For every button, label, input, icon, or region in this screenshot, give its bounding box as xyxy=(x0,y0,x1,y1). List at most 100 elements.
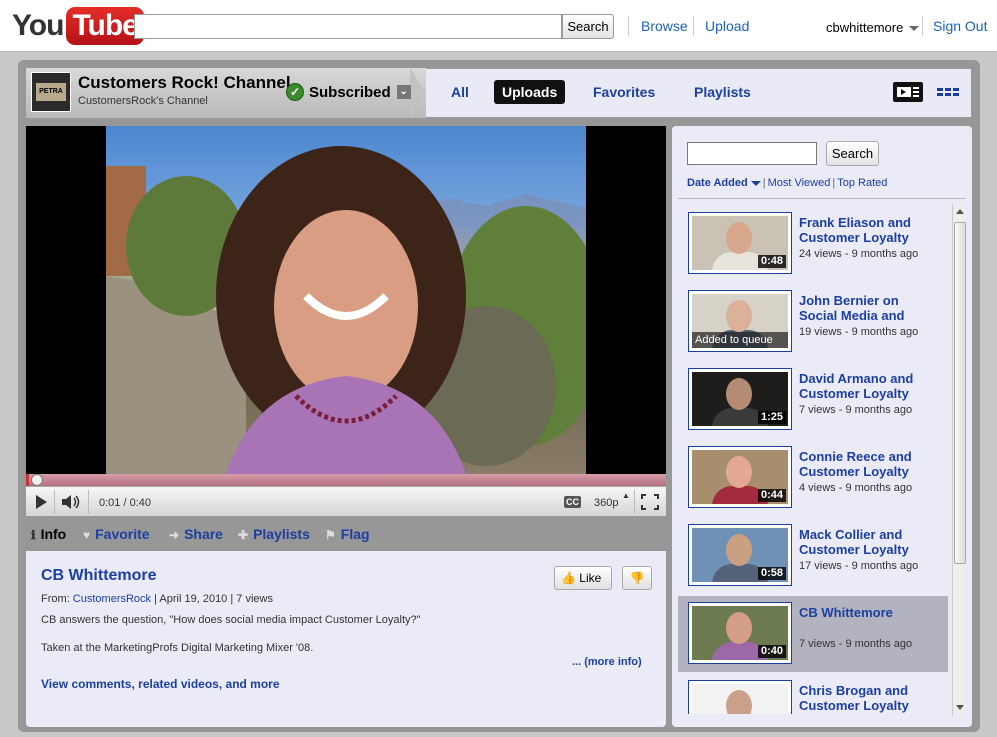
player-view-icon[interactable] xyxy=(893,82,923,102)
separator: | xyxy=(230,593,234,605)
channel-subtitle: CustomersRock's Channel xyxy=(78,95,208,107)
tab-playlists[interactable]: Playlists xyxy=(686,80,759,104)
video-list-title[interactable]: CB Whittemore xyxy=(799,605,939,620)
video-duration: 0:40 xyxy=(757,645,786,658)
divider xyxy=(693,16,694,36)
tab-favorites[interactable]: Favorites xyxy=(585,80,663,104)
channel-search-button[interactable]: Search xyxy=(826,141,879,166)
video-description-line-2: Taken at the MarketingProfs Digital Mark… xyxy=(41,642,314,654)
added-to-queue-label: Added to queue xyxy=(692,332,788,348)
video-meta: From: CustomersRock | April 19, 2010 | 7… xyxy=(41,593,273,605)
thumbnail-image: 0:48 xyxy=(692,216,788,270)
channel-search-input[interactable] xyxy=(687,142,817,165)
divider xyxy=(678,198,966,199)
cc-button[interactable]: CC xyxy=(564,496,581,508)
uploader-link[interactable]: CustomersRock xyxy=(73,593,151,605)
fullscreen-icon[interactable] xyxy=(641,494,659,510)
video-list-item[interactable]: Chris Brogan and Customer Loyalty xyxy=(678,674,948,714)
dislike-button[interactable]: 👎 xyxy=(622,566,652,590)
channel-avatar[interactable]: PETRA xyxy=(31,72,71,112)
video-thumbnail[interactable]: 1:25 xyxy=(688,368,792,430)
video-duration: 1:25 xyxy=(757,411,786,424)
search-button[interactable]: Search xyxy=(562,14,614,39)
thumbs-up-icon: 👍 xyxy=(561,571,576,585)
tab-all[interactable]: All xyxy=(443,80,477,104)
channel-title: Customers Rock! Channel xyxy=(78,73,291,92)
sort-top-rated[interactable]: Top Rated xyxy=(837,177,887,189)
video-thumbnail[interactable]: 0:48 xyxy=(688,212,792,274)
video-list-title[interactable]: Frank Eliason and Customer Loyalty xyxy=(799,215,939,245)
video-list-item[interactable]: 0:58 Mack Collier and Customer Loyalty 17 … xyxy=(678,518,948,594)
chevron-down-icon xyxy=(909,26,920,32)
like-button[interactable]: 👍 Like xyxy=(554,566,612,590)
play-icon[interactable] xyxy=(34,494,48,510)
video-duration: 0:58 xyxy=(757,567,786,580)
subscribed-button[interactable]: ✓ Subscribed ⌄ xyxy=(286,81,411,103)
channel-avatar-text: PETRA xyxy=(36,83,66,101)
divider xyxy=(54,490,55,514)
video-duration: 0:48 xyxy=(757,255,786,268)
divider xyxy=(628,16,629,36)
video-list-title[interactable]: Connie Reece and Customer Loyalty xyxy=(799,449,939,479)
progress-bar[interactable] xyxy=(26,474,666,486)
video-list-meta: 7 views - 9 months ago xyxy=(799,638,913,650)
video-thumbnail[interactable]: 0:40 xyxy=(688,602,792,664)
search-input[interactable] xyxy=(134,14,562,39)
video-list-title[interactable]: Chris Brogan and Customer Loyalty xyxy=(799,683,939,713)
view-comments-link[interactable]: View comments, related videos, and more xyxy=(41,677,280,691)
sign-out-link[interactable]: Sign Out xyxy=(933,18,987,34)
video-list-title[interactable]: John Bernier on Social Media and xyxy=(799,293,939,323)
tab-share[interactable]: ➜ Share xyxy=(169,526,223,542)
tab-flag-label: Flag xyxy=(340,526,370,542)
thumbnail-image: 0:44 xyxy=(692,450,788,504)
tab-favorite[interactable]: ♥ Favorite xyxy=(83,526,150,542)
video-list-title[interactable]: Mack Collier and Customer Loyalty xyxy=(799,527,939,557)
video-list-item[interactable]: 0:48 Frank Eliason and Customer Loyalty 24… xyxy=(678,206,948,282)
tab-uploads[interactable]: Uploads xyxy=(494,80,566,104)
progress-handle[interactable] xyxy=(30,474,43,486)
video-thumbnail[interactable]: 0:44 xyxy=(688,446,792,508)
chevron-down-icon[interactable]: ⌄ xyxy=(396,85,411,99)
plus-icon: ✚ xyxy=(238,528,249,542)
video-duration: 0:44 xyxy=(757,489,786,502)
quality-button[interactable]: 360p xyxy=(594,497,618,509)
sort-date-added[interactable]: Date Added xyxy=(687,177,748,189)
view-count: 7 views xyxy=(236,593,273,605)
grid-view-icon[interactable] xyxy=(934,82,964,102)
video-list-item[interactable]: 0:40 CB Whittemore 7 views - 9 months ago xyxy=(678,596,948,672)
browse-link[interactable]: Browse xyxy=(641,18,688,34)
more-info-link[interactable]: ... (more info) xyxy=(572,656,642,668)
divider xyxy=(634,490,635,514)
scroll-down-icon[interactable] xyxy=(956,705,964,710)
divider xyxy=(922,16,923,36)
like-label: Like xyxy=(579,571,602,585)
tab-playlists-info[interactable]: ✚ Playlists xyxy=(238,526,310,542)
thumbnail-image xyxy=(692,684,788,714)
caret-up-icon: ▲ xyxy=(622,491,630,500)
channel-header-arrow xyxy=(410,68,426,118)
user-menu[interactable]: cbwhittemore xyxy=(826,20,920,35)
video-thumbnail[interactable]: Added to queue xyxy=(688,290,792,352)
sort-most-viewed[interactable]: Most Viewed xyxy=(768,177,831,189)
heart-icon: ♥ xyxy=(83,528,91,542)
tab-info[interactable]: ℹ Info xyxy=(31,526,66,542)
scroll-up-icon[interactable] xyxy=(956,209,964,214)
logo-you-text: You xyxy=(12,9,64,42)
video-thumbnail[interactable] xyxy=(688,680,792,714)
video-list-title[interactable]: David Armano and Customer Loyalty xyxy=(799,371,939,401)
volume-icon[interactable] xyxy=(60,493,82,511)
youtube-logo[interactable]: You Tube xyxy=(12,6,144,46)
video-list-item[interactable]: Added to queue John Bernier on Social Med… xyxy=(678,284,948,360)
video-list-meta: 4 views - 9 months ago xyxy=(799,482,913,494)
thumbnail-face xyxy=(726,534,752,566)
video-frame[interactable] xyxy=(106,126,586,474)
tab-flag[interactable]: ⚑ Flag xyxy=(325,526,370,542)
video-list-item[interactable]: 0:44 Connie Reece and Customer Loyalty 4 v… xyxy=(678,440,948,516)
sidebar-scrollbar[interactable] xyxy=(952,204,966,716)
video-thumbnail[interactable]: 0:58 xyxy=(688,524,792,586)
scroll-thumb[interactable] xyxy=(954,222,966,564)
video-list-item[interactable]: 1:25 David Armano and Customer Loyalty 7 v… xyxy=(678,362,948,438)
upload-link[interactable]: Upload xyxy=(705,18,749,34)
separator: | xyxy=(832,177,836,189)
upload-date: April 19, 2010 xyxy=(159,593,228,605)
